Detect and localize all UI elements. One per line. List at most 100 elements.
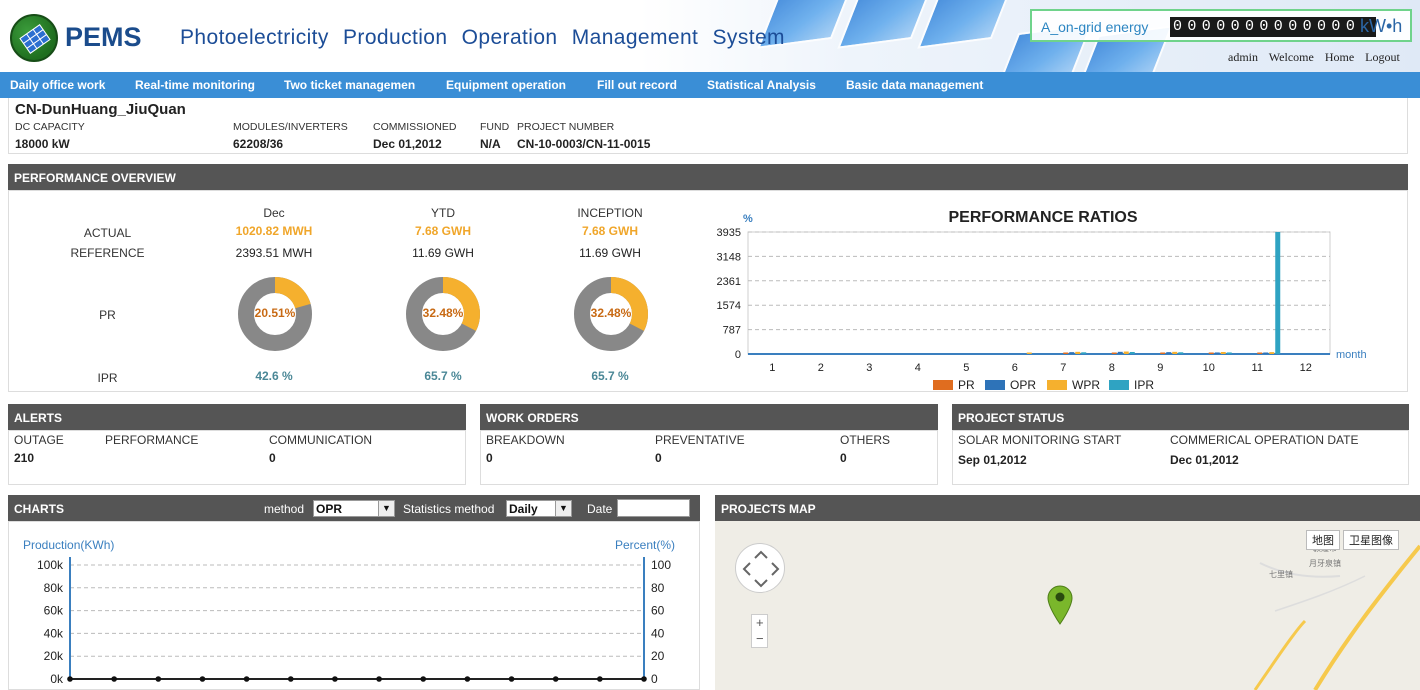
home-link[interactable]: Home <box>1325 50 1354 64</box>
legend-label-wpr: WPR <box>1072 378 1100 392</box>
bar-wpr <box>1075 351 1081 354</box>
left-axis-label: Production(KWh) <box>23 538 114 552</box>
data-point <box>597 676 603 682</box>
map-type-button[interactable]: 地图 <box>1306 530 1340 550</box>
pr-value-ytd: 32.48% <box>422 306 464 320</box>
nav-fill-out-record[interactable]: Fill out record <box>597 78 677 92</box>
preventative-value: 0 <box>655 451 662 465</box>
y-tick-label: 3148 <box>717 251 741 263</box>
actual-value-dec: 1020.82 MWH <box>235 224 313 238</box>
x-tick-label: 2 <box>818 362 824 374</box>
dc-capacity-value: 18000 kW <box>15 137 70 151</box>
nav-statistical-analysis[interactable]: Statistical Analysis <box>707 78 816 92</box>
x-axis-label: month <box>1336 349 1367 361</box>
pr-donut-dec: 20.51% <box>237 276 313 352</box>
projects-map-header: PROJECTS MAP <box>715 495 1420 521</box>
fund-label: FUND <box>480 121 510 133</box>
alerts-header: ALERTS <box>8 404 466 430</box>
period-head-ytd: YTD <box>431 206 455 220</box>
map-pin-icon[interactable] <box>1045 583 1075 625</box>
method-select[interactable]: OPR ▼ <box>313 500 395 517</box>
chevron-down-icon[interactable]: ▼ <box>378 501 394 516</box>
solar-panel-decoration <box>917 0 1013 49</box>
left-tick-label: 20k <box>44 649 64 663</box>
bar-wpr <box>1026 352 1032 354</box>
right-tick-label: 0 <box>651 672 658 686</box>
right-axis-label: Percent(%) <box>615 538 675 552</box>
actual-value-inception: 7.68 GWH <box>581 224 638 238</box>
system-title: Photoelectricity Production Operation Ma… <box>180 26 785 49</box>
alerts-panel <box>8 430 466 485</box>
commissioned-label: COMMISSIONED <box>373 121 457 133</box>
x-tick-label: 3 <box>866 362 872 374</box>
legend-swatch-opr <box>985 380 1005 390</box>
legend-label-pr: PR <box>958 378 975 392</box>
statistics-method-value: Daily <box>509 502 538 516</box>
satellite-type-button[interactable]: 卫星图像 <box>1343 530 1399 550</box>
data-point <box>376 676 382 682</box>
energy-unit: kW•h <box>1360 16 1403 36</box>
main-nav: Daily office work Real-time monitoring T… <box>0 72 1420 98</box>
bar-wpr <box>1269 352 1275 354</box>
welcome-text: Welcome <box>1268 50 1314 64</box>
commercial-operation-label: COMMERICAL OPERATION DATE <box>1170 433 1359 447</box>
projects-map[interactable]: 敦煌市 月牙泉镇 七里镇 地图 卫星图像 + − <box>715 521 1420 690</box>
nav-real-time-monitoring[interactable]: Real-time monitoring <box>135 78 255 92</box>
right-tick-label: 60 <box>651 604 665 618</box>
data-point <box>464 676 471 682</box>
chevron-down-icon[interactable]: ▼ <box>555 501 571 516</box>
ipr-value-ytd: 65.7 % <box>424 369 462 383</box>
legend-swatch-wpr <box>1047 380 1067 390</box>
bar-wpr <box>1123 351 1129 354</box>
nav-two-ticket-management[interactable]: Two ticket managemen <box>284 78 415 92</box>
map-place-label: 七里镇 <box>1269 570 1293 579</box>
y-tick-label: 1574 <box>717 300 741 312</box>
right-tick-label: 80 <box>651 581 665 595</box>
nav-basic-data-management[interactable]: Basic data management <box>846 78 983 92</box>
date-input[interactable]: 2015-12-01 <box>617 499 690 517</box>
logout-link[interactable]: Logout <box>1365 50 1400 64</box>
dc-capacity-label: DC CAPACITY <box>15 121 85 133</box>
statistics-method-label: Statistics method <box>403 502 495 516</box>
nav-equipment-operation[interactable]: Equipment operation <box>446 78 566 92</box>
bar-ipr <box>1129 351 1135 354</box>
project-number-label: PROJECT NUMBER <box>517 121 615 133</box>
x-tick-label: 7 <box>1060 362 1066 374</box>
monitoring-start-value: Sep 01,2012 <box>958 453 1027 467</box>
bar-opr <box>1069 352 1075 354</box>
period-head-dec: Dec <box>263 206 285 220</box>
bar-opr <box>1214 352 1220 354</box>
on-grid-energy-counter: A_on-grid energy 0000000000000 kW•h <box>1030 9 1412 42</box>
zoom-in-button[interactable]: + <box>756 615 764 630</box>
x-tick-label: 5 <box>963 362 969 374</box>
x-tick-label: 6 <box>1012 362 1018 374</box>
modules-value: 62208/36 <box>233 137 284 151</box>
zoom-out-button[interactable]: − <box>756 631 764 646</box>
outage-label: OUTAGE <box>14 433 64 447</box>
commercial-operation-value: Dec 01,2012 <box>1170 453 1239 467</box>
bar-opr <box>1263 352 1269 354</box>
x-tick-label: 12 <box>1300 362 1312 374</box>
bar-pr <box>1208 352 1214 354</box>
nav-daily-office-work[interactable]: Daily office work <box>10 78 105 92</box>
y-axis-label: % <box>743 213 753 225</box>
brand-name: PEMS <box>65 22 142 52</box>
data-point <box>287 676 294 682</box>
modules-label: MODULES/INVERTERS <box>233 121 348 133</box>
bar-pr <box>1063 352 1069 354</box>
data-point <box>67 676 73 682</box>
bar-ipr <box>1178 352 1184 354</box>
statistics-method-select[interactable]: Daily ▼ <box>506 500 572 517</box>
data-point <box>332 676 338 682</box>
date-label: Date <box>587 502 613 516</box>
energy-label: A_on-grid energy <box>1041 19 1149 35</box>
map-pan-control[interactable] <box>735 543 785 593</box>
left-tick-label: 60k <box>44 604 64 618</box>
performance-alert-label: PERFORMANCE <box>105 433 199 447</box>
admin-link[interactable]: admin <box>1228 50 1258 64</box>
bar-ipr <box>1275 232 1281 354</box>
pr-donut-inception: 32.48% <box>573 276 649 352</box>
monitoring-start-label: SOLAR MONITORING START <box>958 433 1122 447</box>
map-place-label: 月牙泉镇 <box>1309 559 1341 568</box>
right-tick-label: 40 <box>651 626 665 640</box>
